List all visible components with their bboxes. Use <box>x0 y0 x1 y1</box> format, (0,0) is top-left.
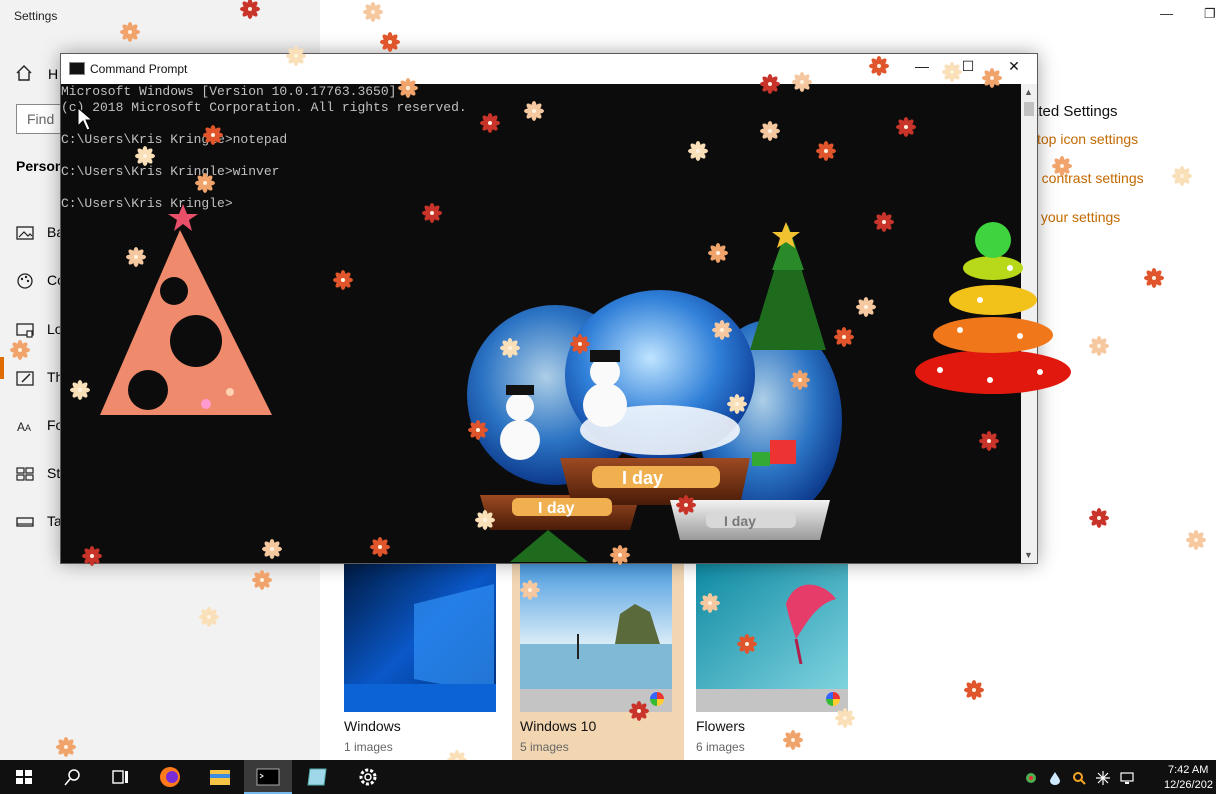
desktop-icon[interactable] <box>1120 771 1134 785</box>
search-button[interactable] <box>48 760 96 794</box>
scroll-thumb[interactable] <box>1024 102 1034 116</box>
lock-screen-icon <box>16 323 34 338</box>
nav-active-indicator <box>0 357 4 379</box>
command-prompt-icon <box>256 768 280 786</box>
theme-card-windows[interactable]: Windows 1 images <box>336 564 508 760</box>
desktop-icon-settings-link[interactable]: ktop icon settings <box>1030 131 1138 147</box>
water-drop-icon[interactable] <box>1048 771 1062 785</box>
color-indicator-icon <box>650 692 664 706</box>
settings-window-title: Settings <box>14 9 58 23</box>
command-prompt-taskbar-button[interactable] <box>244 760 292 794</box>
snowflake-icon[interactable] <box>1096 771 1110 785</box>
firefox-button[interactable] <box>146 760 194 794</box>
settings-restore-button[interactable]: ❐ <box>1204 6 1216 22</box>
theme-name: Windows 10 <box>520 718 597 734</box>
file-explorer-icon <box>210 770 230 785</box>
notepad-icon <box>307 768 327 786</box>
high-contrast-settings-link[interactable]: h contrast settings <box>1030 170 1144 186</box>
theme-thumbnail <box>520 564 672 712</box>
theme-image-count: 5 images <box>520 740 569 754</box>
cmd-titlebar[interactable]: Command Prompt — ☐ ✕ <box>61 54 1037 84</box>
sync-settings-link[interactable]: c your settings <box>1030 209 1120 225</box>
clock-date[interactable]: 12/26/202 <box>1164 779 1213 791</box>
console-prompt-line: C:\Users\Kris Kringle> <box>61 196 233 211</box>
windows-start-icon <box>16 770 32 784</box>
search-icon <box>64 769 80 786</box>
nav-item-label: St <box>47 465 61 481</box>
task-view-button[interactable] <box>96 760 144 794</box>
picture-icon <box>16 226 34 240</box>
color-indicator-icon <box>826 692 840 706</box>
search-tray-icon[interactable] <box>1072 771 1086 785</box>
firefox-icon <box>160 767 180 787</box>
theme-card-windows-10[interactable]: Windows 10 5 images <box>512 564 684 760</box>
theme-image-count: 6 images <box>696 740 745 754</box>
taskbar-icon <box>16 517 34 527</box>
cmd-maximize-button[interactable]: ☐ <box>945 58 991 80</box>
related-settings-title: ated Settings <box>1030 103 1118 120</box>
file-explorer-button[interactable] <box>196 760 244 794</box>
console-line: Microsoft Windows [Version 10.0.17763.36… <box>61 84 397 99</box>
cmd-window-title: Command Prompt <box>90 62 188 76</box>
theme-card-flowers[interactable]: Flowers 6 images <box>688 564 860 760</box>
settings-taskbar-button[interactable] <box>344 760 392 794</box>
start-button[interactable] <box>0 760 48 794</box>
nav-home-label[interactable]: H <box>48 66 58 82</box>
themes-icon <box>16 371 34 386</box>
svg-text:A: A <box>25 423 31 433</box>
cmd-scrollbar[interactable]: ▲ ▼ <box>1021 84 1037 563</box>
settings-minimize-button[interactable]: — <box>1160 6 1173 21</box>
nav-section-title: Person <box>16 158 64 174</box>
theme-image-count: 1 images <box>344 740 393 754</box>
theme-name: Windows <box>344 718 401 734</box>
start-icon <box>16 467 34 481</box>
console-line: C:\Users\Kris Kringle>notepad <box>61 132 288 147</box>
clock-time[interactable]: 7:42 AM <box>1168 764 1208 776</box>
scroll-up-arrow-icon[interactable]: ▲ <box>1024 87 1033 97</box>
command-prompt-icon <box>69 62 85 75</box>
svg-text:A: A <box>17 420 25 434</box>
notepad-button[interactable] <box>294 760 342 794</box>
command-prompt-window[interactable]: Command Prompt — ☐ ✕ Microsoft Windows [… <box>60 53 1038 564</box>
cmd-minimize-button[interactable]: — <box>899 58 945 80</box>
theme-thumbnail <box>696 564 848 712</box>
theme-name: Flowers <box>696 718 746 734</box>
cmd-console-output[interactable]: Microsoft Windows [Version 10.0.17763.36… <box>61 84 1021 563</box>
scroll-down-arrow-icon[interactable]: ▼ <box>1024 550 1033 560</box>
network-icon[interactable] <box>1024 771 1038 785</box>
palette-icon <box>17 273 33 289</box>
theme-thumbnail <box>344 564 496 712</box>
home-icon[interactable] <box>15 64 33 82</box>
fonts-icon: AA <box>17 420 31 434</box>
console-line: C:\Users\Kris Kringle>winver <box>61 164 280 179</box>
settings-gear-icon <box>359 768 377 786</box>
console-line: (c) 2018 Microsoft Corporation. All righ… <box>61 100 467 115</box>
cmd-close-button[interactable]: ✕ <box>991 58 1037 80</box>
task-view-icon <box>112 770 128 784</box>
